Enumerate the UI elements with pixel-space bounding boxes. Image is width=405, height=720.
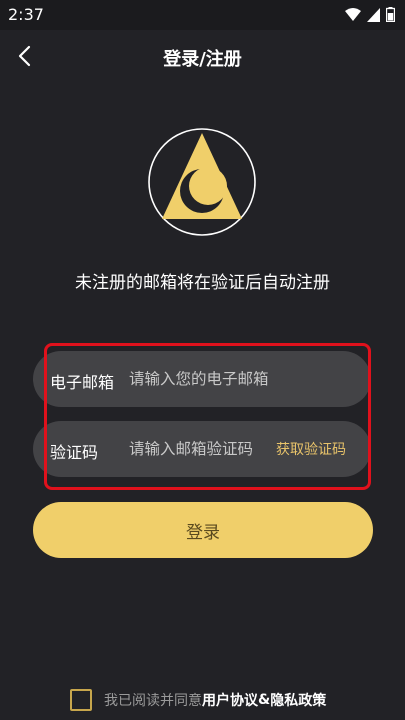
login-button[interactable]: 登录 bbox=[33, 502, 373, 558]
code-input[interactable] bbox=[129, 435, 269, 463]
app-logo bbox=[147, 127, 257, 237]
page-title: 登录/注册 bbox=[163, 49, 242, 70]
agreement-ampersand: & bbox=[258, 692, 271, 708]
privacy-policy-link[interactable]: 隐私政策 bbox=[270, 690, 326, 710]
triangle-crescent-logo bbox=[148, 128, 256, 236]
email-input[interactable] bbox=[129, 365, 299, 393]
user-agreement-link[interactable]: 用户协议 bbox=[202, 690, 258, 710]
code-field: 验证码 获取验证码 bbox=[33, 421, 371, 477]
status-time: 2:37 bbox=[8, 5, 44, 24]
email-label: 电子邮箱 bbox=[50, 373, 115, 392]
login-screen: 2:37 登录/注册 未注册的邮箱将在验证后自动注册 电子邮箱 请输入您的电子邮… bbox=[0, 0, 405, 720]
nav-bar: 登录/注册 bbox=[0, 30, 405, 86]
agreement-prefix: 我已阅读并同意 bbox=[104, 693, 202, 709]
email-field: 电子邮箱 bbox=[33, 351, 371, 407]
get-code-button[interactable]: 获取验证码 bbox=[276, 439, 346, 459]
status-icons bbox=[345, 7, 396, 26]
signal-icon bbox=[367, 7, 380, 26]
agree-checkbox[interactable] bbox=[70, 689, 92, 711]
status-bar: 2:37 bbox=[0, 0, 405, 30]
wifi-icon bbox=[345, 7, 361, 26]
agreement-row: 我已阅读并同意 用户协议 & 隐私政策 bbox=[70, 688, 326, 712]
code-label: 验证码 bbox=[50, 443, 99, 462]
battery-icon bbox=[385, 7, 396, 26]
register-hint: 未注册的邮箱将在验证后自动注册 bbox=[75, 273, 330, 293]
